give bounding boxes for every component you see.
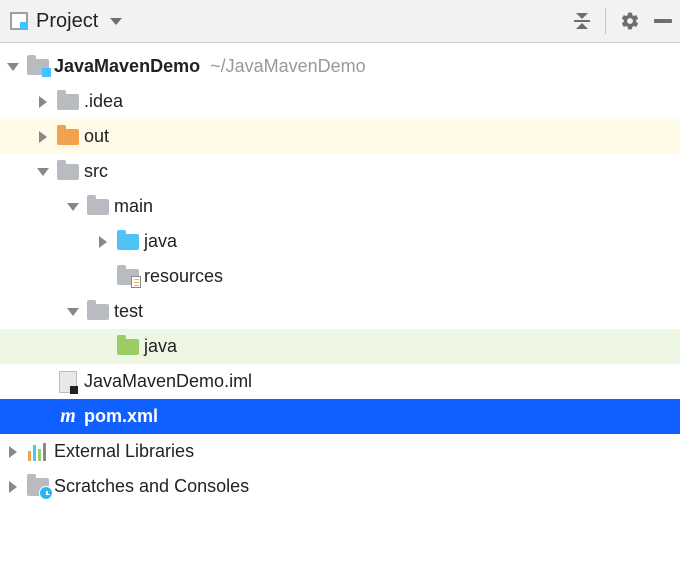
- tree-node-out[interactable]: out: [0, 119, 680, 154]
- excluded-folder-icon: [54, 129, 82, 145]
- folder-icon: [54, 164, 82, 180]
- toolbar-divider: [605, 8, 606, 34]
- collapse-all-icon[interactable]: [573, 13, 591, 29]
- folder-icon: [84, 199, 112, 215]
- project-toolbar: Project: [0, 0, 680, 43]
- node-hint: ~/JavaMavenDemo: [210, 56, 366, 77]
- expand-arrow[interactable]: [2, 446, 24, 458]
- tree-node-scratches[interactable]: Scratches and Consoles: [0, 469, 680, 504]
- libraries-icon: [24, 443, 52, 461]
- tree-node-idea[interactable]: .idea: [0, 84, 680, 119]
- expand-arrow[interactable]: [62, 203, 84, 211]
- tree-node-resources[interactable]: resources: [0, 259, 680, 294]
- expand-arrow[interactable]: [92, 236, 114, 248]
- iml-file-icon: [54, 371, 82, 393]
- resources-folder-icon: [114, 269, 142, 285]
- expand-arrow: [92, 273, 114, 281]
- node-label: resources: [142, 266, 223, 287]
- view-selector-label[interactable]: Project: [36, 10, 98, 33]
- expand-arrow[interactable]: [32, 168, 54, 176]
- expand-arrow[interactable]: [2, 63, 24, 71]
- tree-node-iml[interactable]: JavaMavenDemo.iml: [0, 364, 680, 399]
- tree-node-external-libraries[interactable]: External Libraries: [0, 434, 680, 469]
- node-label: .idea: [82, 91, 123, 112]
- node-label: External Libraries: [52, 441, 194, 462]
- expand-arrow[interactable]: [62, 308, 84, 316]
- tree-node-main[interactable]: main: [0, 189, 680, 224]
- tree-node-root[interactable]: JavaMavenDemo ~/JavaMavenDemo: [0, 49, 680, 84]
- scratches-icon: [24, 478, 52, 496]
- tree-node-test[interactable]: test: [0, 294, 680, 329]
- module-folder-icon: [24, 59, 52, 75]
- folder-icon: [84, 304, 112, 320]
- expand-arrow[interactable]: [2, 481, 24, 493]
- node-label: JavaMavenDemo.iml: [82, 371, 252, 392]
- tree-node-main-java[interactable]: java: [0, 224, 680, 259]
- node-label: Scratches and Consoles: [52, 476, 249, 497]
- folder-icon: [54, 94, 82, 110]
- project-view-icon[interactable]: [10, 12, 28, 30]
- expand-arrow[interactable]: [32, 96, 54, 108]
- tree-node-pom[interactable]: m pom.xml: [0, 399, 680, 434]
- node-label: java: [142, 231, 177, 252]
- expand-arrow: [92, 343, 114, 351]
- hide-icon[interactable]: [654, 19, 672, 23]
- node-label: test: [112, 301, 143, 322]
- test-folder-icon: [114, 339, 142, 355]
- node-label: src: [82, 161, 108, 182]
- gear-icon[interactable]: [620, 11, 640, 31]
- expand-arrow: [32, 413, 54, 421]
- expand-arrow[interactable]: [32, 131, 54, 143]
- tree-node-test-java[interactable]: java: [0, 329, 680, 364]
- chevron-down-icon[interactable]: [110, 18, 122, 25]
- maven-file-icon: m: [54, 407, 82, 427]
- node-label: pom.xml: [82, 406, 158, 427]
- project-tree: JavaMavenDemo ~/JavaMavenDemo .idea out …: [0, 43, 680, 504]
- node-label: out: [82, 126, 109, 147]
- node-label: main: [112, 196, 153, 217]
- tree-node-src[interactable]: src: [0, 154, 680, 189]
- source-folder-icon: [114, 234, 142, 250]
- node-label: JavaMavenDemo: [52, 56, 200, 77]
- expand-arrow: [32, 378, 54, 386]
- node-label: java: [142, 336, 177, 357]
